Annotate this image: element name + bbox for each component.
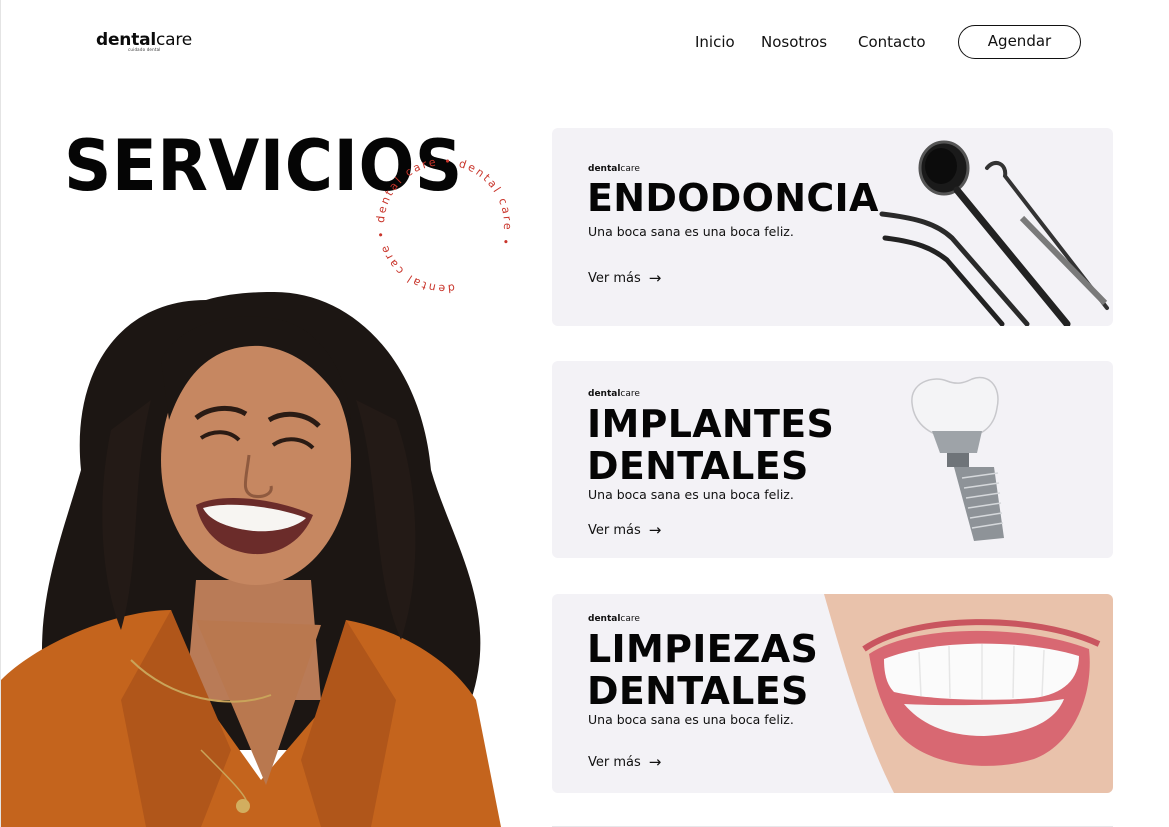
card-description: Una boca sana es una boca feliz. [588, 224, 794, 239]
service-card-endodoncia[interactable]: dentalcare ENDODONCIA Una boca sana es u… [552, 128, 1113, 326]
smile-teeth-image [824, 594, 1113, 793]
dental-implant-image [911, 376, 1004, 541]
agendar-button[interactable]: Agendar [958, 25, 1081, 59]
dental-care-circle-badge: dental care • dental care • dental care … [369, 150, 519, 300]
card-brand: dentalcare [588, 389, 640, 399]
card-title: ENDODONCIA [587, 176, 879, 220]
arrow-right-icon: → [648, 269, 662, 287]
card-description: Una boca sana es una boca feliz. [588, 712, 794, 727]
card-title: IMPLANTES DENTALES [587, 402, 835, 488]
ver-mas-link[interactable]: Ver más → [588, 753, 662, 771]
dental-instruments-image [879, 140, 1109, 326]
logo-light: care [156, 30, 193, 50]
card-brand: dentalcare [588, 614, 640, 624]
circle-badge-text: dental care • dental care • dental care … [369, 150, 519, 300]
ver-mas-link[interactable]: Ver más → [588, 521, 662, 539]
smiling-woman-photo [1, 291, 501, 827]
arrow-right-icon: → [648, 521, 662, 539]
brand-logo[interactable]: dentalcare cuidado dental [96, 30, 193, 52]
nav-nosotros[interactable]: Nosotros [761, 32, 827, 52]
service-card-implantes[interactable]: dentalcare IMPLANTES DENTALES Una boca s… [552, 361, 1113, 558]
ver-mas-link[interactable]: Ver más → [588, 269, 662, 287]
svg-text:dental care • dental care • de: dental care • dental care • dental care … [369, 150, 519, 300]
logo-tagline: cuidado dental [128, 47, 161, 52]
card-brand: dentalcare [588, 164, 640, 174]
services-page: dentalcare cuidado dental Inicio Nosotro… [0, 0, 1169, 827]
nav-inicio[interactable]: Inicio [695, 32, 735, 52]
card-title: LIMPIEZAS DENTALES [587, 627, 819, 713]
card-description: Una boca sana es una boca feliz. [588, 487, 794, 502]
service-card-limpiezas[interactable]: dentalcare LIMPIEZAS DENTALES Una boca s… [552, 594, 1113, 793]
nav-contacto[interactable]: Contacto [858, 32, 926, 52]
arrow-right-icon: → [648, 753, 662, 771]
